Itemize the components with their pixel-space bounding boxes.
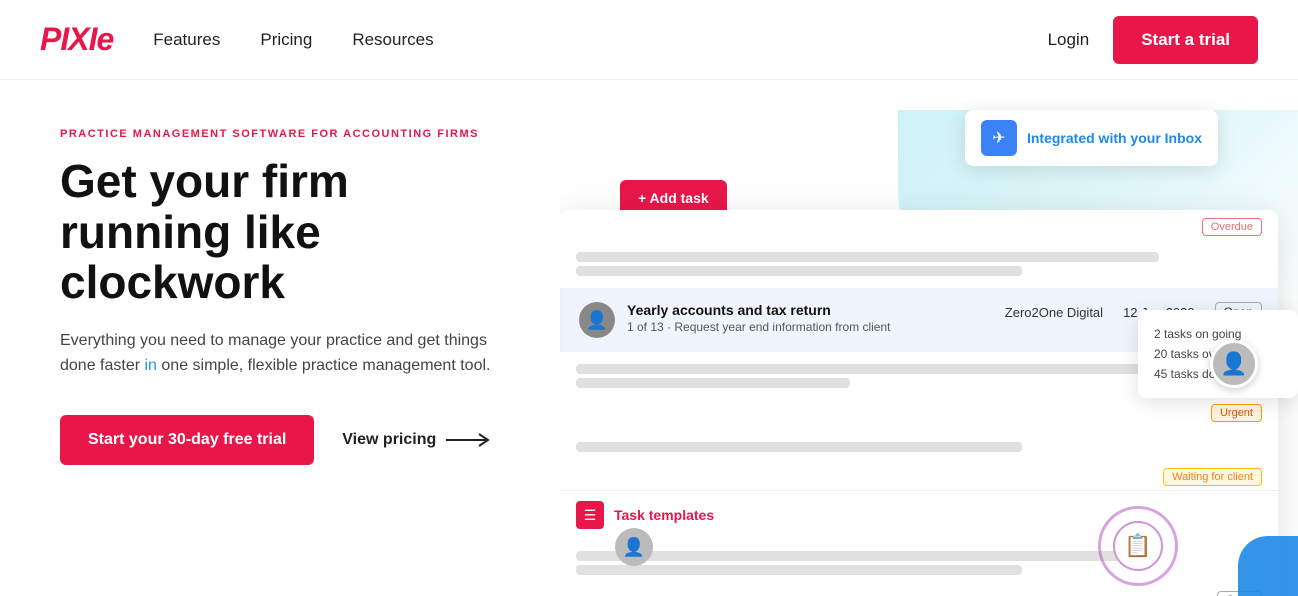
gray-row-1 [560, 240, 1278, 288]
inbox-badge: ✈ Integrated with your Inbox [965, 110, 1218, 166]
task-info: Yearly accounts and tax return 1 of 13 ·… [627, 302, 993, 334]
nav-right: Login Start a trial [1048, 16, 1258, 64]
gray-bar [576, 252, 1159, 262]
waiting-badge: Waiting for client [1163, 468, 1262, 486]
gray-bar [576, 378, 850, 388]
task-subtitle: 1 of 13 · Request year end information f… [627, 320, 993, 334]
gray-row-3 [560, 430, 1278, 464]
gray-bar [576, 266, 1022, 276]
templates-icon: ☰ [576, 501, 604, 529]
ui-illustration: ✈ Integrated with your Inbox + Add task … [560, 80, 1298, 596]
gray-bar [576, 565, 1022, 575]
inbox-icon: ✈ [981, 120, 1017, 156]
hero-subtext: Everything you need to manage your pract… [60, 328, 520, 379]
gray-bar [576, 364, 1159, 374]
task-avatar: 👤 [579, 302, 615, 338]
free-trial-button[interactable]: Start your 30-day free trial [60, 415, 314, 465]
hero-section: PRACTICE MANAGEMENT SOFTWARE FOR ACCOUNT… [0, 80, 560, 596]
main-content: PRACTICE MANAGEMENT SOFTWARE FOR ACCOUNT… [0, 80, 1298, 596]
gray-bar [576, 442, 1022, 452]
logo: PIXIe [40, 21, 113, 58]
task-client: Zero2One Digital [1005, 305, 1103, 320]
inbox-text: Integrated with your Inbox [1027, 130, 1202, 146]
nav-resources[interactable]: Resources [352, 30, 433, 50]
overdue-row: Overdue [560, 210, 1278, 240]
urgent-badge: Urgent [1211, 404, 1262, 422]
open-row: Open [560, 587, 1278, 596]
nav-features[interactable]: Features [153, 30, 220, 50]
waiting-row: Waiting for client [560, 464, 1278, 490]
login-link[interactable]: Login [1048, 30, 1090, 50]
gray-bar [576, 551, 1159, 561]
start-trial-button[interactable]: Start a trial [1113, 16, 1258, 64]
person-avatar: 👤 [1210, 340, 1258, 388]
highlight-text: in [145, 357, 157, 374]
hero-headline: Get your firm running like clockwork [60, 156, 520, 308]
hero-eyebrow: PRACTICE MANAGEMENT SOFTWARE FOR ACCOUNT… [60, 128, 520, 140]
view-pricing-label: View pricing [342, 431, 436, 449]
purple-circle-inner: 📋 [1113, 521, 1163, 571]
navbar: PIXIe Features Pricing Resources Login S… [0, 0, 1298, 80]
cta-row: Start your 30-day free trial View pricin… [60, 415, 520, 465]
bottom-avatar: 👤 [615, 528, 653, 566]
stat-ongoing: 2 tasks on going [1154, 324, 1282, 344]
nav-pricing[interactable]: Pricing [260, 30, 312, 50]
overdue-badge: Overdue [1202, 218, 1262, 236]
templates-text: Task templates [614, 507, 714, 523]
view-pricing-link[interactable]: View pricing [342, 431, 496, 449]
arrow-icon [446, 432, 496, 448]
task-title: Yearly accounts and tax return [627, 302, 993, 318]
urgent-row: Urgent [560, 400, 1278, 430]
blue-corner-decoration [1238, 536, 1298, 596]
nav-left: PIXIe Features Pricing Resources [40, 21, 434, 58]
